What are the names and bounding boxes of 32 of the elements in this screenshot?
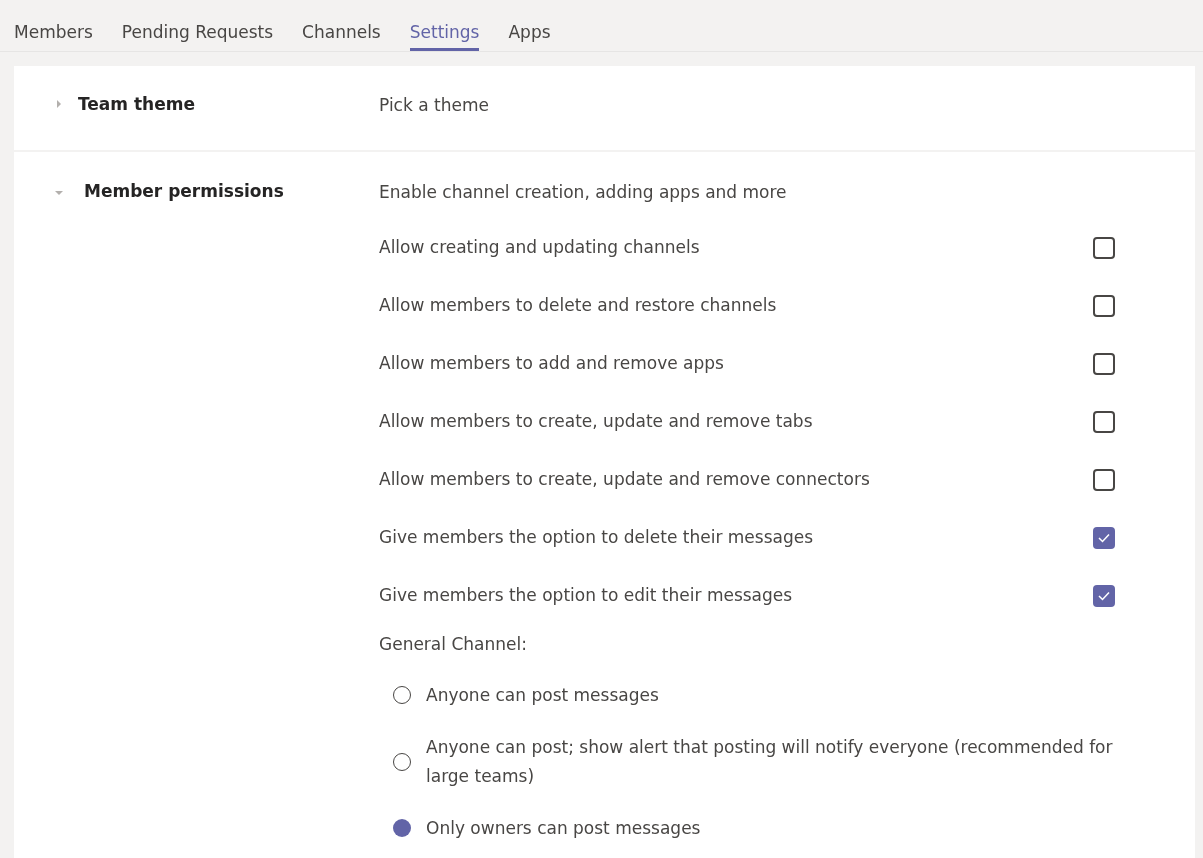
radio-label: Anyone can post; show alert that posting will notify everyone (recommended for large teams)	[426, 735, 1114, 788]
option-label: Allow members to add and remove apps	[379, 352, 724, 376]
tab[interactable]: Pending Requests	[121, 21, 274, 51]
option-label: Allow members to delete and restore channels	[379, 294, 777, 318]
radio-label: Only owners can post messages	[426, 816, 701, 840]
tab[interactable]: Channels	[302, 21, 381, 51]
tab[interactable]: Apps	[508, 21, 551, 51]
checkbox[interactable]	[1093, 585, 1115, 607]
radio-button[interactable]	[393, 686, 411, 704]
checkbox[interactable]	[1093, 527, 1115, 549]
option-label: Allow members to create, update and remove tabs	[379, 410, 813, 434]
option-label: Allow creating and updating channels	[379, 236, 700, 260]
option-label: Allow members to create, update and remove connectors	[379, 468, 870, 492]
tab[interactable]: Members	[14, 21, 93, 51]
section-description: Enable channel creation, adding apps and more	[379, 181, 788, 204]
checkbox[interactable]	[1093, 411, 1115, 433]
checkbox[interactable]	[1093, 469, 1115, 491]
radio-button[interactable]	[393, 752, 411, 771]
check-icon	[1097, 589, 1111, 603]
section-description: Pick a theme	[379, 94, 490, 117]
radio-button[interactable]	[393, 819, 411, 837]
option-label: Give members the option to delete their messages	[379, 526, 814, 550]
checkbox[interactable]	[1093, 353, 1115, 375]
tab[interactable]: Settings	[409, 21, 480, 51]
group-label: General Channel:	[379, 633, 528, 656]
checkbox[interactable]	[1093, 237, 1115, 259]
section-title: Member permissions	[84, 180, 284, 202]
section-title: Team theme	[78, 93, 195, 115]
check-icon	[1097, 531, 1111, 545]
checkbox[interactable]	[1093, 295, 1115, 317]
radio-label: Anyone can post messages	[426, 683, 659, 707]
option-label: Give members the option to edit their messages	[379, 584, 793, 608]
